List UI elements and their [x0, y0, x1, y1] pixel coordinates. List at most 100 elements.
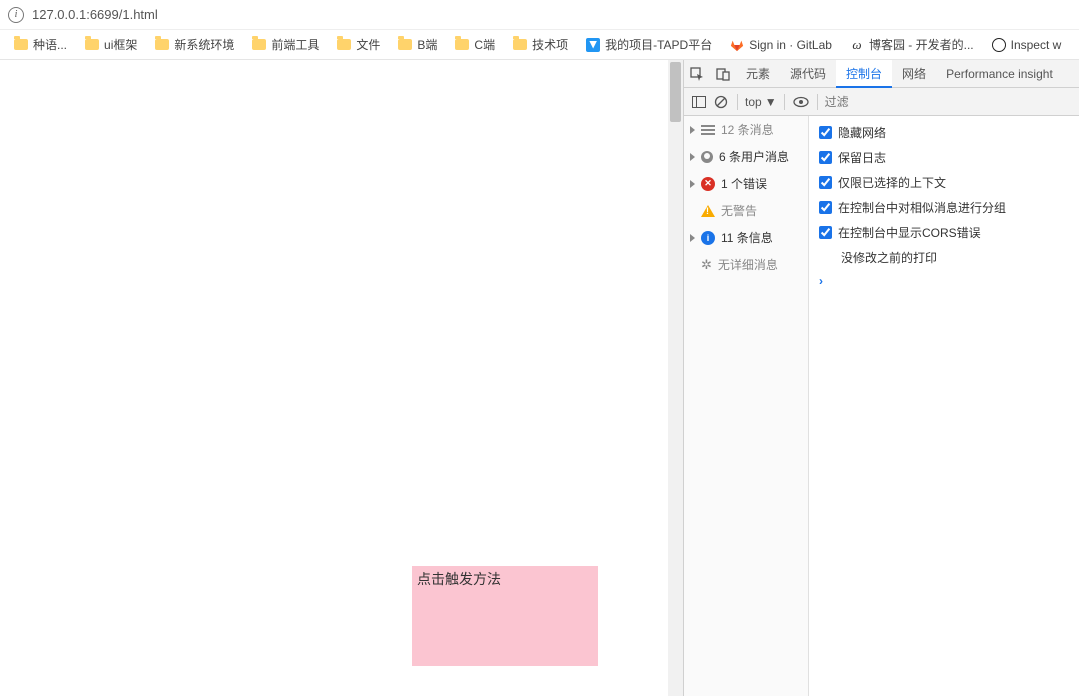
- opt-label: 隐藏网络: [838, 124, 886, 141]
- blog-icon: ω: [850, 38, 864, 52]
- sidebar-verbose[interactable]: ✲ 无详细消息: [684, 251, 808, 278]
- bookmark-label: 种语...: [33, 36, 67, 53]
- tapd-icon: [586, 38, 600, 52]
- pink-click-box[interactable]: 点击触发方法: [412, 566, 598, 666]
- sidebar-warnings[interactable]: 无警告: [684, 197, 808, 224]
- tab-sources[interactable]: 源代码: [780, 60, 836, 87]
- opt-label: 仅限已选择的上下文: [838, 174, 946, 191]
- folder-icon: [14, 39, 28, 50]
- chevron-down-icon: ▼: [765, 95, 777, 109]
- separator: [817, 94, 818, 110]
- bookmark-label: 前端工具: [271, 36, 319, 53]
- folder-icon: [513, 39, 527, 50]
- sidebar-toggle-icon[interactable]: [690, 96, 708, 108]
- sidebar-label: 无详细消息: [718, 256, 778, 273]
- folder-icon: [155, 39, 169, 50]
- chevron-right-icon: ›: [819, 274, 823, 288]
- bookmark-label: C端: [474, 36, 495, 53]
- bookmark-item[interactable]: B端: [390, 32, 445, 57]
- site-info-icon[interactable]: i: [8, 7, 24, 23]
- user-icon: [701, 151, 713, 163]
- bookmark-item[interactable]: Inspect w: [984, 34, 1070, 56]
- folder-icon: [455, 39, 469, 50]
- sidebar-label: 1 个错误: [721, 175, 767, 192]
- console-toolbar: top ▼: [684, 88, 1079, 116]
- checkbox[interactable]: [819, 176, 832, 189]
- bookmark-label: 文件: [356, 36, 380, 53]
- checkbox[interactable]: [819, 126, 832, 139]
- react-icon: [992, 38, 1006, 52]
- bookmark-item[interactable]: ui框架: [77, 32, 145, 57]
- messages-icon: [701, 125, 715, 135]
- devtools-panel: 元素 源代码 控制台 网络 Performance insight top ▼: [683, 60, 1079, 696]
- expand-icon: [690, 180, 695, 188]
- warning-icon: [701, 205, 715, 217]
- folder-icon: [398, 39, 412, 50]
- bookmark-item[interactable]: 技术项: [505, 32, 576, 57]
- opt-hide-network[interactable]: 隐藏网络: [809, 120, 1079, 145]
- bookmark-item[interactable]: C端: [447, 32, 503, 57]
- console-filter-input[interactable]: [825, 95, 945, 109]
- separator: [737, 94, 738, 110]
- bookmark-item[interactable]: Sign in · GitLab: [722, 34, 840, 56]
- console-prompt[interactable]: ›: [809, 270, 1079, 292]
- browser-urlbar: i 127.0.0.1:6699/1.html: [0, 0, 1079, 30]
- sidebar-errors[interactable]: ✕ 1 个错误: [684, 170, 808, 197]
- bookmark-item[interactable]: 文件: [329, 32, 388, 57]
- opt-label: 在控制台中对相似消息进行分组: [838, 199, 1006, 216]
- bookmark-label: Inspect w: [1011, 38, 1062, 52]
- opt-label: 在控制台中显示CORS错误: [838, 224, 981, 241]
- tab-elements[interactable]: 元素: [736, 60, 780, 87]
- clear-console-icon[interactable]: [712, 95, 730, 109]
- bookmark-item[interactable]: ω 博客园 - 开发者的...: [842, 32, 982, 57]
- bookmark-label: Sign in · GitLab: [749, 38, 832, 52]
- opt-preserve-log[interactable]: 保留日志: [809, 145, 1079, 170]
- bookmark-label: 我的项目-TAPD平台: [605, 36, 712, 53]
- bookmark-item[interactable]: 前端工具: [244, 32, 327, 57]
- opt-label: 保留日志: [838, 149, 886, 166]
- sidebar-all-messages[interactable]: 12 条消息: [684, 116, 808, 143]
- error-icon: ✕: [701, 177, 715, 191]
- context-selector[interactable]: top ▼: [745, 95, 777, 109]
- bookmark-label: 新系统环境: [174, 36, 234, 53]
- console-log-line[interactable]: 没修改之前的打印: [809, 245, 1079, 270]
- checkbox[interactable]: [819, 201, 832, 214]
- bookmark-item[interactable]: 我的项目-TAPD平台: [578, 32, 720, 57]
- console-output: 隐藏网络 保留日志 仅限已选择的上下文 在控制台中对相似消息进行分组 在控制台中…: [809, 116, 1079, 696]
- expand-icon: [690, 153, 695, 161]
- bookmark-label: ui框架: [104, 36, 137, 53]
- checkbox[interactable]: [819, 151, 832, 164]
- context-label: top: [745, 95, 762, 109]
- device-toolbar-icon[interactable]: [710, 60, 736, 87]
- sidebar-info[interactable]: i 11 条信息: [684, 224, 808, 251]
- checkbox[interactable]: [819, 226, 832, 239]
- live-expression-icon[interactable]: [792, 96, 810, 108]
- opt-selected-context[interactable]: 仅限已选择的上下文: [809, 170, 1079, 195]
- bookmark-item[interactable]: 新系统环境: [147, 32, 242, 57]
- bookmark-label: B端: [417, 36, 437, 53]
- bookmark-item[interactable]: 种语...: [6, 32, 75, 57]
- main-area: 点击触发方法 元素 源代码 控制台 网络 Performance insight: [0, 60, 1079, 696]
- gear-icon: ✲: [701, 257, 712, 273]
- folder-icon: [252, 39, 266, 50]
- folder-icon: [85, 39, 99, 50]
- folder-icon: [337, 39, 351, 50]
- sidebar-label: 6 条用户消息: [719, 148, 789, 165]
- tab-console[interactable]: 控制台: [836, 60, 892, 88]
- page-viewport[interactable]: 点击触发方法: [0, 60, 683, 696]
- console-body: 12 条消息 6 条用户消息 ✕ 1 个错误 无警告: [684, 116, 1079, 696]
- tab-performance[interactable]: Performance insight: [936, 60, 1063, 87]
- url-text[interactable]: 127.0.0.1:6699/1.html: [32, 7, 158, 22]
- opt-show-cors[interactable]: 在控制台中显示CORS错误: [809, 220, 1079, 245]
- gitlab-icon: [730, 38, 744, 52]
- inspect-element-icon[interactable]: [684, 60, 710, 87]
- sidebar-user-messages[interactable]: 6 条用户消息: [684, 143, 808, 170]
- bookmark-label: 博客园 - 开发者的...: [869, 36, 974, 53]
- tab-network[interactable]: 网络: [892, 60, 936, 87]
- page-scrollbar[interactable]: [668, 60, 683, 696]
- scrollbar-thumb[interactable]: [670, 62, 681, 122]
- separator: [784, 94, 785, 110]
- devtools-tabbar: 元素 源代码 控制台 网络 Performance insight: [684, 60, 1079, 88]
- sidebar-label: 11 条信息: [721, 229, 773, 246]
- opt-group-similar[interactable]: 在控制台中对相似消息进行分组: [809, 195, 1079, 220]
